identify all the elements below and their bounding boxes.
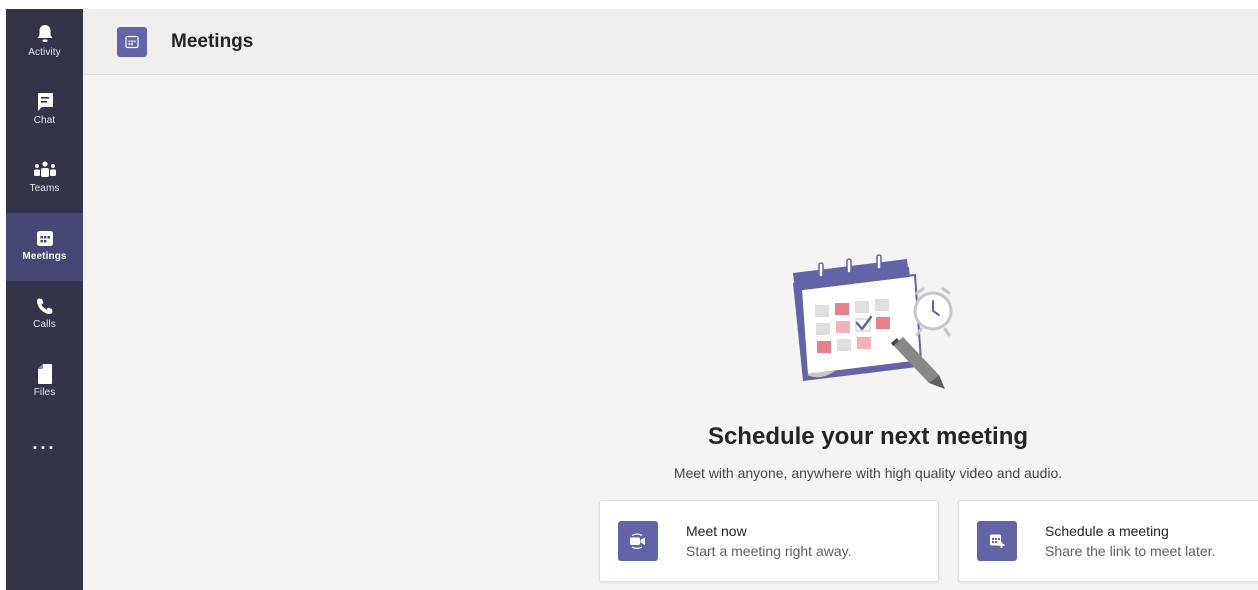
calendar-add-icon (977, 521, 1017, 561)
rail-item-label: Files (33, 387, 56, 398)
hero-title: Schedule your next meeting (707, 423, 1029, 450)
card-subtitle: Share the link to meet later. (1045, 543, 1216, 559)
hero-subtitle: Meet with anyone, anywhere with high qua… (673, 465, 1063, 481)
rail-item-activity[interactable]: Activity (6, 9, 83, 77)
rail-item-label: Teams (29, 183, 60, 194)
bell-icon (37, 23, 53, 45)
file-icon (37, 363, 52, 385)
teams-window: Activity Chat Teams Meetings Calls Files… (6, 9, 1258, 590)
phone-icon (36, 295, 54, 317)
page-header: Meetings (83, 9, 1258, 75)
rail-item-files[interactable]: Files (6, 349, 83, 417)
card-subtitle: Start a meeting right away. (686, 543, 852, 559)
chat-icon (36, 91, 54, 113)
meet-now-card[interactable]: Meet now Start a meeting right away. (599, 500, 939, 582)
rail-item-label: Calls (33, 319, 56, 330)
teams-icon (33, 159, 57, 181)
rail-item-label: Activity (28, 47, 61, 58)
ellipsis-icon: ... (32, 433, 57, 453)
card-title: Meet now (686, 523, 747, 539)
page-title: Meetings (171, 30, 254, 52)
more-apps-button[interactable]: ... (6, 429, 83, 457)
meetings-pane: Meetings Schedule your next meeting Meet… (83, 9, 1258, 590)
card-title: Schedule a meeting (1045, 523, 1169, 539)
rail-item-label: Meetings (22, 251, 67, 262)
rail-item-label: Chat (33, 115, 56, 126)
rail-item-meetings[interactable]: Meetings (6, 213, 83, 281)
rail-item-chat[interactable]: Chat (6, 77, 83, 145)
schedule-meeting-card[interactable]: Schedule a meeting Share the link to mee… (958, 500, 1258, 582)
calendar-icon (117, 26, 147, 57)
calendar-icon (36, 227, 54, 249)
video-camera-icon (618, 521, 658, 561)
calendar-illustration (781, 249, 961, 399)
rail-item-calls[interactable]: Calls (6, 281, 83, 349)
app-rail: Activity Chat Teams Meetings Calls Files… (6, 9, 83, 590)
rail-item-teams[interactable]: Teams (6, 145, 83, 213)
